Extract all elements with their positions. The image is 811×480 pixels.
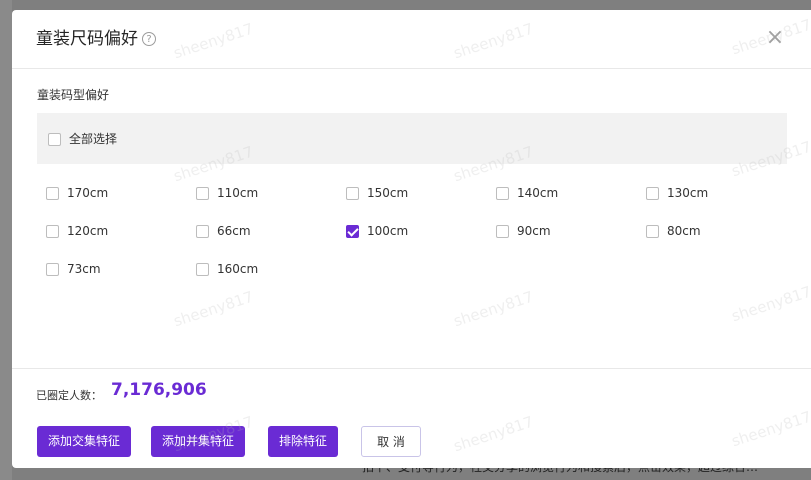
- size-option-label: 110cm: [217, 186, 259, 200]
- question-icon[interactable]: ?: [142, 32, 156, 46]
- watermark: sheeny817: [729, 282, 811, 326]
- checkbox-icon[interactable]: [46, 262, 59, 276]
- checkbox-icon[interactable]: [646, 186, 659, 200]
- size-option-label: 150cm: [367, 186, 409, 200]
- size-option[interactable]: 140cm: [496, 186, 558, 200]
- watermark: sheeny817: [451, 287, 536, 331]
- size-option[interactable]: 170cm: [46, 186, 108, 200]
- checkbox-checked-icon[interactable]: [346, 224, 359, 238]
- checkbox-icon[interactable]: [496, 186, 509, 200]
- size-option[interactable]: 120cm: [46, 224, 108, 238]
- size-option-label: 66cm: [217, 224, 251, 238]
- watermark: sheeny817: [451, 412, 536, 456]
- size-option-label: 160cm: [217, 262, 259, 276]
- dialog-header: 童装尺码偏好 ? ×: [12, 10, 811, 69]
- select-all-panel: 全部选择: [37, 113, 787, 164]
- section-label: 童装码型偏好: [37, 88, 110, 102]
- add-intersection-button[interactable]: 添加交集特征: [37, 426, 131, 457]
- cancel-button[interactable]: 取 消: [361, 426, 421, 457]
- size-option[interactable]: 160cm: [196, 262, 258, 276]
- size-option[interactable]: 150cm: [346, 186, 408, 200]
- background-page-edge: [0, 0, 12, 480]
- size-option-label: 170cm: [67, 186, 109, 200]
- size-option-label: 120cm: [67, 224, 109, 238]
- checkbox-icon[interactable]: [646, 224, 659, 238]
- checkbox-icon[interactable]: [196, 186, 209, 200]
- footer-divider: [12, 368, 811, 369]
- exclude-button[interactable]: 排除特征: [268, 426, 338, 457]
- watermark: sheeny817: [729, 407, 811, 451]
- checkbox-icon[interactable]: [496, 224, 509, 238]
- size-option-label: 130cm: [667, 186, 709, 200]
- size-option[interactable]: 130cm: [646, 186, 708, 200]
- size-option-label: 140cm: [517, 186, 559, 200]
- size-option-label: 80cm: [667, 224, 701, 238]
- checkbox-icon[interactable]: [46, 224, 59, 238]
- select-all-checkbox[interactable]: 全部选择: [48, 132, 117, 146]
- size-option[interactable]: 100cm: [346, 224, 408, 238]
- checkbox-icon[interactable]: [346, 186, 359, 200]
- size-option[interactable]: 73cm: [46, 262, 101, 276]
- checkbox-icon[interactable]: [46, 186, 59, 200]
- watermark: sheeny817: [171, 287, 256, 331]
- size-option[interactable]: 90cm: [496, 224, 551, 238]
- size-option[interactable]: 110cm: [196, 186, 258, 200]
- checkbox-icon[interactable]: [196, 262, 209, 276]
- checkbox-icon[interactable]: [196, 224, 209, 238]
- checkbox-icon[interactable]: [48, 132, 61, 146]
- select-all-label: 全部选择: [69, 132, 118, 146]
- size-option-label: 100cm: [367, 224, 409, 238]
- size-option[interactable]: 80cm: [646, 224, 701, 238]
- add-union-button[interactable]: 添加并集特征: [151, 426, 245, 457]
- audience-count-label: 已圈定人数：: [36, 389, 102, 402]
- size-option[interactable]: 66cm: [196, 224, 251, 238]
- dialog-title: 童装尺码偏好: [36, 29, 138, 49]
- close-icon[interactable]: ×: [765, 27, 785, 49]
- size-option-label: 90cm: [517, 224, 551, 238]
- size-option-label: 73cm: [67, 262, 101, 276]
- size-preference-dialog: 童装尺码偏好 ? × 童装码型偏好 全部选择 170cm 110cm 150cm…: [12, 10, 811, 468]
- audience-count-value: 7,176,906: [111, 380, 207, 400]
